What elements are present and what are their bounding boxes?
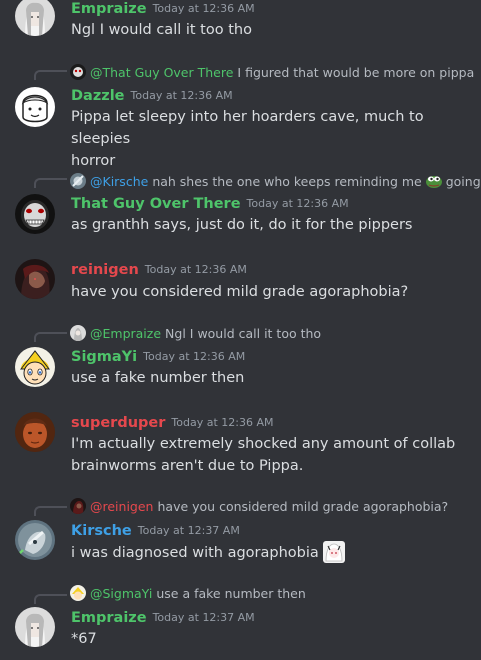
timestamp: Today at 12:36 AM (143, 350, 246, 363)
message-text: Ngl I would call it too tho (71, 22, 252, 38)
reinigen-avatar[interactable] (15, 259, 55, 299)
reinigen-avatar (70, 498, 86, 514)
timestamp: Today at 12:36 AM (152, 2, 255, 15)
message: @SigmaYi use a fake number then Empraize T… (0, 584, 481, 660)
message-text: as granthh says, just do it, do it for t… (71, 217, 413, 233)
timestamp: Today at 12:36 AM (246, 197, 349, 210)
sigmayi-avatar (70, 585, 86, 601)
reply-spine (34, 332, 67, 342)
reply-username[interactable]: @Kirsche (90, 174, 148, 189)
reply-text[interactable]: Ngl I would call it too tho (165, 326, 321, 341)
reply-preview[interactable]: @reinigen have you considered mild grade … (70, 498, 481, 514)
timestamp: Today at 12:37 AM (152, 611, 255, 624)
reply-spine (34, 70, 67, 80)
timestamp: Today at 12:36 AM (130, 89, 233, 102)
username[interactable]: superduper (71, 415, 165, 431)
timestamp: Today at 12:37 AM (137, 524, 240, 537)
timestamp: Today at 12:36 AM (144, 263, 247, 276)
anime-girl-emote-icon[interactable] (322, 541, 345, 563)
message-text: i was diagnosed with agoraphobia (71, 541, 466, 564)
empraize-avatar (70, 325, 86, 341)
reply-username[interactable]: @That Guy Over There (90, 65, 233, 80)
reply-text[interactable]: have you considered mild grade agoraphob… (157, 499, 448, 514)
message: Empraize Today at 12:36 AM Ngl I would ca… (0, 0, 481, 50)
username[interactable]: reinigen (71, 262, 139, 278)
sigmayi-avatar[interactable] (15, 347, 55, 387)
username[interactable]: Dazzle (71, 88, 125, 104)
reply-username[interactable]: @reinigen (90, 499, 153, 514)
message-text: Pippa let sleepy into her hoarders cave,… (71, 106, 466, 172)
username[interactable]: Empraize (71, 610, 147, 626)
reply-text[interactable]: nah shes the one who keeps reminding me (152, 174, 421, 189)
reply-preview[interactable]: @That Guy Over There I figured that would… (70, 64, 481, 80)
pepe-emoji-icon (425, 174, 443, 188)
kirsche-avatar (70, 173, 86, 189)
reply-preview[interactable]: @Empraize Ngl I would call it too tho (70, 325, 481, 341)
reply-spine (34, 178, 67, 188)
message: superduper Today at 12:36 AM I'm actually… (0, 412, 481, 482)
message: @That Guy Over There I figured that would… (0, 60, 481, 169)
reply-text[interactable]: use a fake number then (156, 586, 305, 601)
username[interactable]: Kirsche (71, 523, 132, 539)
message-text: use a fake number then (71, 370, 245, 386)
reply-spine (34, 506, 67, 516)
message: @Kirsche nah shes the one who keeps remin… (0, 168, 481, 248)
empraize-avatar[interactable] (15, 607, 55, 647)
dazzle-avatar[interactable] (15, 87, 55, 127)
reply-username[interactable]: @Empraize (90, 326, 161, 341)
message-line: I'm actually extremely shocked any amoun… (71, 436, 456, 452)
superduper-avatar[interactable] (15, 412, 55, 452)
empraize-avatar[interactable] (15, 0, 55, 36)
that-guy-avatar[interactable] (15, 194, 55, 234)
that-guy-avatar (70, 64, 86, 80)
timestamp: Today at 12:36 AM (171, 416, 274, 429)
username[interactable]: That Guy Over There (71, 196, 241, 212)
reply-text[interactable]: I figured that would be more on pippa (237, 65, 474, 80)
reply-text-continued[interactable]: going ou (446, 174, 481, 189)
reply-spine (34, 594, 67, 604)
message-line: brainworms aren't due to Pippa. (71, 458, 304, 474)
message-text: I'm actually extremely shocked any amoun… (71, 433, 466, 477)
username[interactable]: Empraize (71, 1, 147, 17)
reply-preview[interactable]: @Kirsche nah shes the one who keeps remin… (70, 173, 481, 189)
kirsche-avatar[interactable] (15, 520, 55, 560)
message: reinigen Today at 12:36 AM have you consi… (0, 256, 481, 306)
message-text: have you considered mild grade agoraphob… (71, 284, 409, 300)
reply-preview[interactable]: @SigmaYi use a fake number then (70, 585, 481, 601)
message-line: i was diagnosed with agoraphobia (71, 545, 319, 561)
username[interactable]: SigmaYi (71, 349, 137, 365)
message: @reinigen have you considered mild grade … (0, 496, 481, 576)
message-line: Pippa let sleepy into her hoarders cave,… (71, 109, 424, 147)
message: @Empraize Ngl I would call it too tho Sig… (0, 322, 481, 402)
message-text: *67 (71, 631, 97, 647)
chat-message-list: Empraize Today at 12:36 AM Ngl I would ca… (0, 0, 481, 660)
reply-username[interactable]: @SigmaYi (90, 586, 152, 601)
